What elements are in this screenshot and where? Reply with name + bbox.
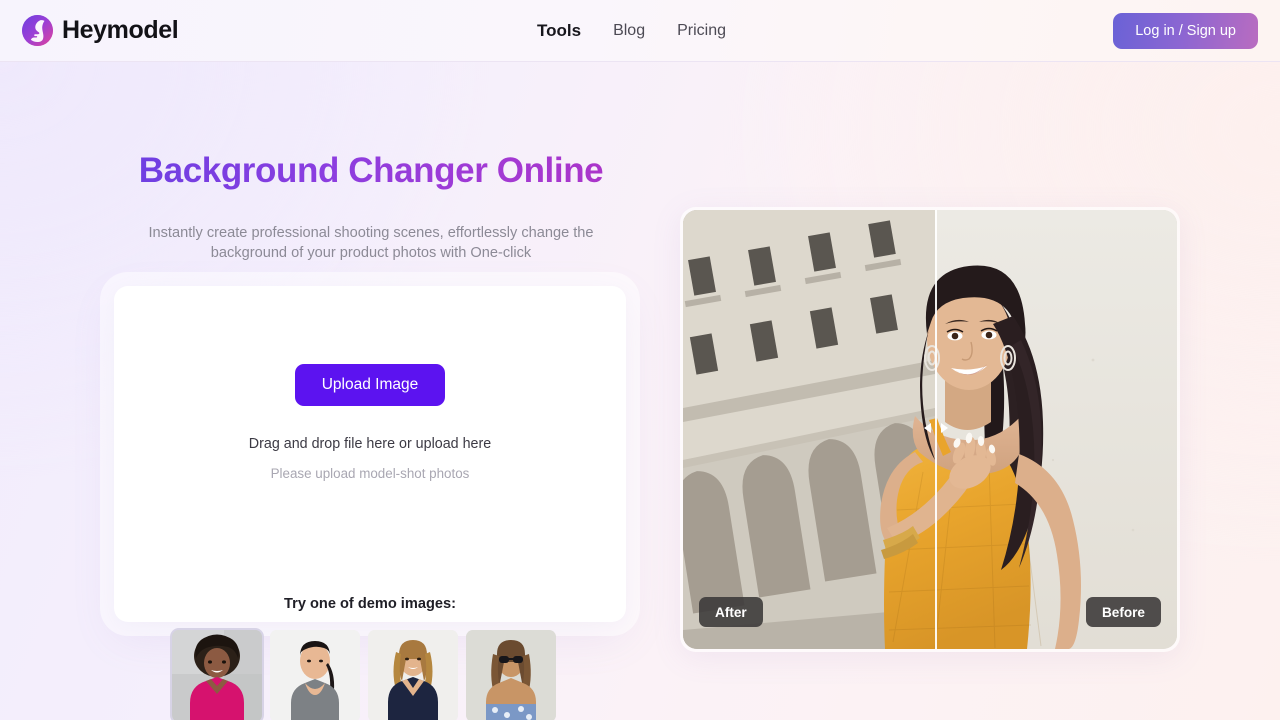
demo-thumbnail-3[interactable] <box>368 630 458 720</box>
before-after-comparison[interactable]: After Before <box>680 207 1180 652</box>
upload-hint-text: Please upload model-shot photos <box>270 466 470 481</box>
upload-dropzone[interactable]: Upload Image Drag and drop file here or … <box>114 286 626 622</box>
upload-image-button[interactable]: Upload Image <box>294 364 446 406</box>
demo-images-label: Try one of demo images: <box>284 596 456 612</box>
upload-dropzone-content: Upload Image Drag and drop file here or … <box>114 364 626 481</box>
demo-thumbnail-2[interactable] <box>270 630 360 720</box>
demo-images-row <box>172 630 556 720</box>
nav-item-blog[interactable]: Blog <box>613 22 645 40</box>
nav-item-tools[interactable]: Tools <box>537 21 581 41</box>
hero-left-column: Background Changer Online Instantly crea… <box>0 62 740 720</box>
page-title: Background Changer Online <box>132 151 610 191</box>
after-label-badge[interactable]: After <box>699 597 763 627</box>
brand-name: Heymodel <box>62 16 179 44</box>
before-label-badge[interactable]: Before <box>1085 597 1161 627</box>
heymodel-face-logo-icon <box>22 15 53 46</box>
main-nav: Tools Blog Pricing <box>537 21 726 41</box>
demo-thumbnail-4[interactable] <box>466 630 556 720</box>
nav-item-pricing[interactable]: Pricing <box>677 22 726 40</box>
demo-thumbnail-1[interactable] <box>172 630 262 720</box>
page-subtitle: Instantly create professional shooting s… <box>148 225 594 261</box>
left-right-arrows-icon[interactable] <box>921 418 951 440</box>
before-after-stage[interactable]: After Before <box>683 210 1177 649</box>
site-header: Heymodel Tools Blog Pricing Log in / Sig… <box>0 0 1280 62</box>
brand-logo-link[interactable]: Heymodel <box>22 15 179 46</box>
drag-drop-text: Drag and drop file here or upload here <box>248 436 492 452</box>
login-signup-button[interactable]: Log in / Sign up <box>1113 12 1258 49</box>
